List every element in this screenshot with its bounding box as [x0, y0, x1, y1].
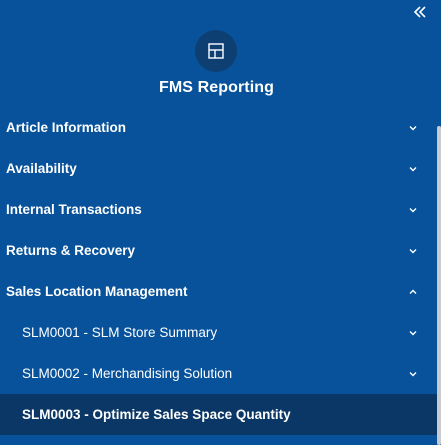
sidebar-item-label: Article Information — [6, 120, 127, 135]
sidebar-subitem-slm0001[interactable]: SLM0001 - SLM Store Summary — [0, 312, 438, 353]
chevron-down-icon — [408, 205, 418, 215]
sidebar-item-availability[interactable]: Availability — [0, 148, 438, 189]
chevron-down-icon — [408, 369, 418, 379]
sidebar-subitem-label: SLM0001 - SLM Store Summary — [22, 325, 218, 340]
sidebar-item-article-information[interactable]: Article Information — [0, 107, 438, 148]
sidebar-item-label: Availability — [6, 161, 77, 176]
chevron-down-icon — [408, 328, 418, 338]
sidebar-item-label: Internal Transactions — [6, 202, 142, 217]
app-title: FMS Reporting — [158, 79, 275, 96]
sidebar-subitem-label: SLM0003 - Optimize Sales Space Quantity — [22, 407, 291, 422]
chevron-down-icon — [408, 123, 418, 133]
double-chevron-left-icon — [413, 6, 426, 18]
sidebar: FMS Reporting Article Information Availa… — [0, 0, 441, 445]
nav-menu: Article Information Availability Interna… — [0, 107, 438, 435]
sidebar-subitem-slm0002[interactable]: SLM0002 - Merchandising Solution — [0, 353, 438, 394]
sidebar-subitem-slm0003[interactable]: SLM0003 - Optimize Sales Space Quantity — [0, 394, 438, 435]
scrollbar[interactable] — [437, 126, 441, 445]
chevron-up-icon — [408, 287, 418, 297]
sidebar-item-sales-location-management[interactable]: Sales Location Management — [0, 271, 438, 312]
collapse-sidebar-button[interactable] — [411, 3, 429, 21]
sidebar-subitem-label: SLM0002 - Merchandising Solution — [22, 366, 233, 381]
sidebar-item-internal-transactions[interactable]: Internal Transactions — [0, 189, 438, 230]
app-logo — [195, 30, 237, 72]
layout-icon — [208, 43, 224, 59]
sidebar-item-label: Sales Location Management — [6, 284, 188, 299]
chevron-down-icon — [408, 164, 418, 174]
chevron-down-icon — [408, 246, 418, 256]
sidebar-item-label: Returns & Recovery — [6, 243, 136, 258]
sidebar-item-returns-recovery[interactable]: Returns & Recovery — [0, 230, 438, 271]
